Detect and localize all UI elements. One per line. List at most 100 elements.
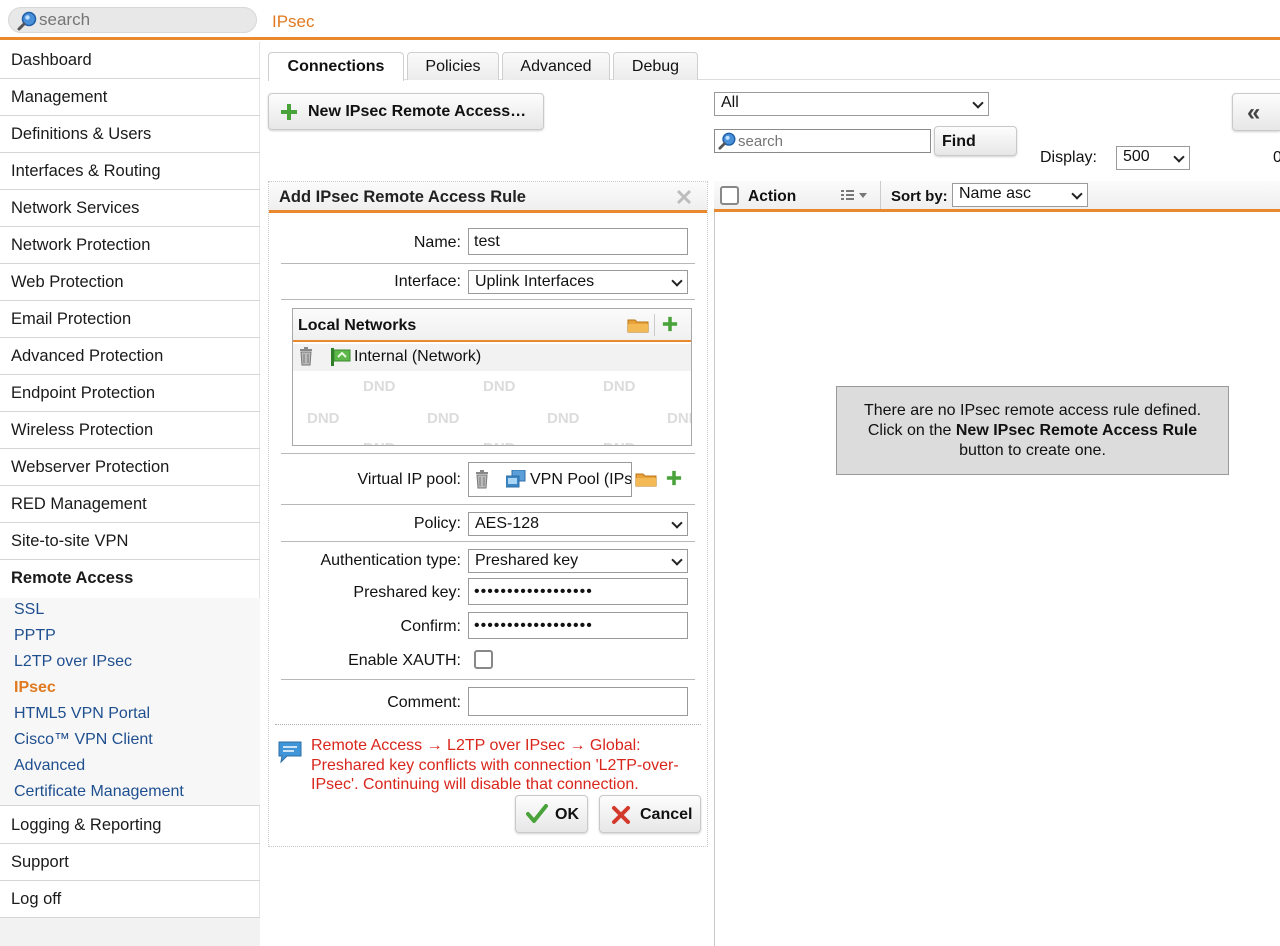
submenu-item-ssl[interactable]: SSL — [14, 601, 44, 619]
close-icon[interactable] — [676, 189, 692, 205]
dotted-separator — [275, 724, 701, 725]
submenu-item-l2tp-over-ipsec[interactable]: L2TP over IPsec — [14, 653, 132, 671]
submenu-item-cisco-vpn-client[interactable]: Cisco™ VPN Client — [14, 731, 153, 749]
sidebar-item-email-protection[interactable]: Email Protection — [0, 301, 260, 338]
folder-icon[interactable] — [627, 317, 649, 333]
network-icon — [331, 348, 351, 366]
preshared-key-label: Preshared key: — [353, 584, 461, 601]
sidebar-item-remote-access[interactable]: Remote Access — [0, 560, 260, 597]
sidebar-item-definitions-users[interactable]: Definitions & Users — [0, 116, 260, 153]
ok-button[interactable]: OK — [515, 795, 588, 833]
virtual-ip-pool-field[interactable]: VPN Pool (IPsec) — [468, 462, 632, 497]
sidebar-item-support[interactable]: Support — [0, 844, 260, 881]
sidebar-item-site-to-site-vpn[interactable]: Site-to-site VPN — [0, 523, 260, 560]
tab-connections[interactable]: Connections — [268, 52, 404, 81]
sidebar-item-label: Wireless Protection — [11, 421, 154, 439]
sidebar-item-label: Network Protection — [11, 236, 151, 254]
submenu-item-ipsec[interactable]: IPsec — [14, 679, 56, 697]
sort-select[interactable]: Name asc — [952, 183, 1088, 207]
remote-access-submenu: SSL PPTP L2TP over IPsec IPsec HTML5 VPN… — [0, 598, 260, 806]
tab-bar: Connections Policies Advanced Debug — [268, 52, 1280, 81]
sidebar-item-dashboard[interactable]: Dashboard — [0, 42, 260, 79]
separator — [281, 453, 695, 454]
preshared-key-value: •••••••••••••••••• — [474, 583, 593, 600]
plus-icon[interactable] — [662, 316, 678, 332]
list-header: Action Sort by: Name asc — [714, 181, 1280, 212]
sidebar-item-label: Support — [11, 853, 69, 871]
list-search-input[interactable] — [738, 132, 918, 150]
display-count-select[interactable]: 500 — [1116, 146, 1190, 170]
sort-select-value: Name asc — [959, 185, 1032, 202]
submenu-item-certificate-management[interactable]: Certificate Management — [14, 783, 184, 801]
tab-advanced[interactable]: Advanced — [502, 52, 610, 80]
comment-field[interactable] — [468, 687, 688, 716]
interface-select[interactable]: Uplink Interfaces — [468, 270, 688, 294]
find-button[interactable]: Find — [934, 126, 1017, 156]
cancel-button[interactable]: Cancel — [599, 795, 701, 833]
tab-policies[interactable]: Policies — [407, 52, 499, 80]
trash-icon[interactable] — [475, 470, 489, 489]
sidebar-search-box[interactable] — [8, 7, 257, 33]
dnd-watermark: DND — [547, 410, 580, 427]
confirm-key-field[interactable]: •••••••••••••••••• — [468, 612, 688, 639]
sidebar-item-wireless-protection[interactable]: Wireless Protection — [0, 412, 260, 449]
enable-xauth-label: Enable XAUTH: — [348, 652, 461, 669]
empty-message-bold: New IPsec Remote Access Rule — [955, 422, 1198, 439]
collapse-panel-button[interactable]: « — [1232, 93, 1280, 131]
enable-xauth-checkbox[interactable] — [474, 650, 493, 669]
filter-select[interactable]: All — [714, 92, 989, 116]
sidebar-item-label: Advanced Protection — [11, 347, 164, 365]
sidebar-item-label: Remote Access — [11, 569, 134, 587]
name-label: Name: — [413, 234, 461, 251]
speech-bubble-icon — [278, 741, 302, 764]
local-networks-box[interactable]: Local Networks Internal (Network) DND DN… — [292, 308, 692, 446]
sidebar-item-interfaces-routing[interactable]: Interfaces & Routing — [0, 153, 260, 190]
authentication-type-select[interactable]: Preshared key — [468, 549, 688, 573]
plus-icon[interactable] — [666, 470, 682, 486]
sidebar-item-label: Interfaces & Routing — [11, 162, 161, 180]
sidebar-item-logging-reporting[interactable]: Logging & Reporting — [0, 807, 260, 844]
tab-debug[interactable]: Debug — [613, 52, 698, 80]
sidebar-item-label: Management — [11, 88, 108, 106]
sidebar-item-management[interactable]: Management — [0, 79, 260, 116]
sidebar-item-network-protection[interactable]: Network Protection — [0, 227, 260, 264]
list-search-box[interactable] — [714, 129, 931, 153]
submenu-item-advanced[interactable]: Advanced — [14, 757, 85, 775]
chevron-down-icon — [671, 517, 683, 529]
sidebar-item-web-protection[interactable]: Web Protection — [0, 264, 260, 301]
policy-select[interactable]: AES-128 — [468, 512, 688, 536]
trash-icon[interactable] — [299, 347, 313, 366]
submenu-item-pptp[interactable]: PPTP — [14, 627, 56, 645]
list-menu-icon[interactable] — [841, 188, 871, 204]
pagination-count: 0 — [1273, 149, 1280, 166]
filter-select-value: All — [721, 94, 739, 111]
chevron-down-icon — [671, 275, 683, 287]
select-all-checkbox[interactable] — [720, 186, 739, 205]
sidebar-item-log-off[interactable]: Log off — [0, 881, 260, 918]
sidebar-item-red-management[interactable]: RED Management — [0, 486, 260, 523]
name-field[interactable]: test — [468, 228, 688, 255]
page-title: IPsec — [272, 12, 315, 31]
empty-message-line-3: button to create one. — [959, 442, 1106, 459]
confirm-label: Confirm: — [400, 618, 461, 635]
authentication-type-value: Preshared key — [475, 552, 579, 569]
sidebar-item-label: RED Management — [11, 495, 147, 513]
preshared-key-field[interactable]: •••••••••••••••••• — [468, 578, 688, 605]
sidebar-item-network-services[interactable]: Network Services — [0, 190, 260, 227]
interface-label: Interface: — [394, 273, 461, 290]
sidebar-item-endpoint-protection[interactable]: Endpoint Protection — [0, 375, 260, 412]
folder-icon[interactable] — [635, 471, 657, 487]
sidebar-item-webserver-protection[interactable]: Webserver Protection — [0, 449, 260, 486]
ok-button-label: OK — [555, 806, 579, 823]
submenu-item-html5-vpn-portal[interactable]: HTML5 VPN Portal — [14, 705, 150, 723]
sidebar-search-input[interactable] — [39, 10, 249, 30]
cancel-button-label: Cancel — [640, 806, 693, 823]
local-network-entry[interactable]: Internal (Network) — [293, 344, 691, 371]
separator — [281, 541, 695, 542]
search-icon — [718, 132, 736, 150]
new-ipsec-remote-access-button[interactable]: New IPsec Remote Access… — [268, 93, 544, 130]
plus-icon — [281, 104, 297, 120]
sidebar-item-advanced-protection[interactable]: Advanced Protection — [0, 338, 260, 375]
action-label: Action — [748, 188, 797, 205]
dnd-watermark: DND — [483, 378, 516, 395]
